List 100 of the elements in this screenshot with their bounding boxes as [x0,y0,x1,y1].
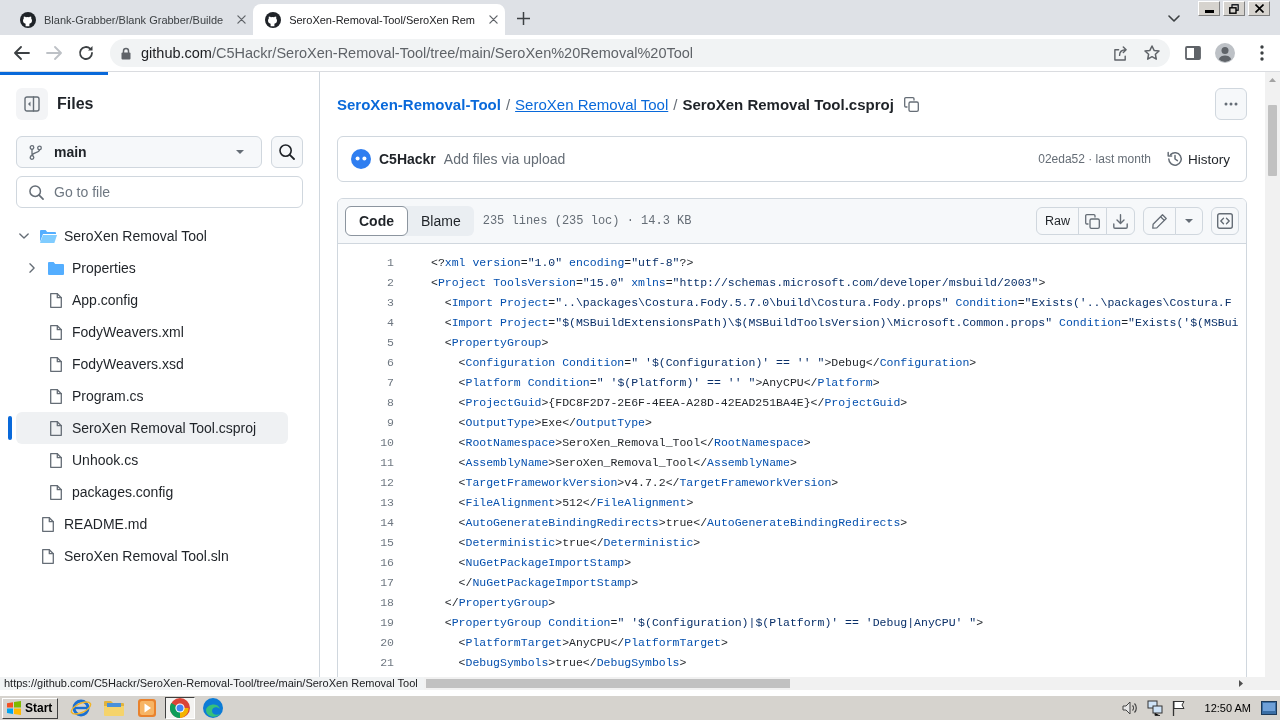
chevron-down-icon[interactable] [1168,15,1180,22]
folder-icon [48,261,64,275]
search-button[interactable] [271,136,303,168]
commit-info[interactable]: 02eda52 · last month [1038,152,1151,166]
view-tab[interactable]: Blame [408,206,474,236]
minimize-icon [1204,9,1214,13]
star-icon[interactable] [1144,45,1160,61]
close-icon[interactable] [489,15,499,24]
code-line: <Import Project="$(MSBuildExtensionsPath)\$(MSBuildToolsVersion)\Microsoft.Common.props" Condition="Exists('$(MSBui [444,315,1239,329]
speaker-icon[interactable] [1121,701,1138,715]
tree-item[interactable]: Unhook.cs [16,444,288,476]
share-icon[interactable] [1113,45,1128,61]
copy-icon [1085,213,1100,229]
code-line: <FileAlignment>512</FileAlignment> [458,495,694,509]
breadcrumb-separator: / [673,95,678,113]
file-icon [50,324,62,340]
side-panel-icon[interactable] [1185,46,1201,60]
tree-item[interactable]: SeroXen Removal Tool.csproj [16,412,288,444]
view-tab[interactable]: Code [345,206,408,236]
code-line: <AutoGenerateBindingRedirects>true</AutoGenerateBindingRedirects> [458,515,908,529]
line-number: 6 [386,355,394,369]
tree-item[interactable]: App.config [16,284,288,316]
download-icon [1113,213,1128,229]
code-line: <Platform Condition=" '$(Platform)' == '' ">AnyCPU</Platform> [458,375,880,389]
chevron-right-icon[interactable] [29,263,35,273]
line-number: 13 [379,495,394,509]
repo-link[interactable]: SeroXen-Removal-Tool [337,95,501,113]
tree-item[interactable]: FodyWeavers.xsd [16,348,288,380]
copy-icon[interactable] [903,96,919,112]
line-number: 10 [379,435,394,449]
copy-button[interactable] [1078,207,1107,235]
branch-select[interactable]: main [16,136,263,168]
search-icon [29,185,44,200]
symbols-button[interactable] [1211,207,1239,235]
caret-icon [236,150,245,154]
line-number: 3 [386,295,394,309]
file-search-field[interactable]: Go to file [16,176,303,208]
sidebar-title: Files [57,95,94,113]
branch-icon [29,144,42,160]
horizontal-scrollbar[interactable] [424,677,1280,690]
tree-item[interactable]: README.md [16,508,288,540]
code-line: <Project ToolsVersion="15.0" xmlns="http://schemas.microsoft.com/developer/msbuild/2003"> [431,275,1046,289]
tree-item[interactable]: SeroXen Removal Tool.sln [16,540,288,572]
line-number: 1 [386,255,394,269]
file-icon [50,388,62,404]
line-number: 12 [379,475,394,489]
code-line: <Deterministic>true</Deterministic> [458,535,701,549]
download-button[interactable] [1106,207,1135,235]
chevron-down-icon[interactable] [19,233,29,239]
browser-tab[interactable]: SeroXen-Removal-Tool/SeroXen Rem [253,4,506,35]
show-desktop-icon[interactable] [1261,701,1277,715]
raw-button[interactable]: Raw [1036,207,1079,235]
file-icon [42,548,54,564]
history-button[interactable]: History [1167,151,1230,167]
restore-button[interactable] [1223,1,1245,16]
edit-button[interactable] [1143,207,1176,235]
tree-item[interactable]: packages.config [16,476,288,508]
code-line: </NuGetPackageImportStamp> [458,575,639,589]
code-square-icon [1217,213,1233,229]
reload-icon[interactable] [78,45,94,61]
code-line: <PlatformTarget>AnyCPU</PlatformTarget> [458,635,728,649]
code-line: <OutputType>Exe</OutputType> [458,415,652,429]
browser-tab[interactable]: Blank-Grabber/Blank Grabber/Builde [8,4,254,35]
line-number: 19 [379,615,394,629]
minimize-button[interactable] [1198,1,1220,16]
address-bar[interactable]: github.com/C5Hackr/SeroXen-Removal-Tool/tree/main/SeroXen%20Removal%20Tool [110,39,1170,67]
flag-icon[interactable] [1171,700,1186,716]
history-icon [1167,151,1183,167]
scrollbar-thumb[interactable] [1268,105,1277,176]
line-number: 21 [379,655,394,669]
tree-item[interactable]: Properties [16,252,288,284]
globe-icon [70,698,93,718]
cat-logo-icon [265,11,282,28]
code-line: <DebugSymbols>true</DebugSymbols> [458,655,687,669]
commit-message[interactable]: Add files via upload [443,151,566,167]
author-link[interactable]: C5Hackr [379,151,436,167]
code-line: <NuGetPackageImportStamp> [458,555,632,569]
tree-item[interactable]: FodyWeavers.xml [16,316,288,348]
vertical-scrollbar[interactable] [1265,72,1280,677]
close-button[interactable] [1248,1,1270,16]
back-icon[interactable] [14,46,30,60]
plus-icon[interactable] [517,12,531,25]
close-icon[interactable] [237,15,247,24]
panel-toggle-button[interactable] [16,88,48,120]
clock: 12:50 AM [1204,702,1251,714]
folder-link[interactable]: SeroXen Removal Tool [515,95,669,113]
code-line: <Import Project="..\packages\Costura.Fody.5.7.0\build\Costura.Fody.props" Condition="Exists('..\packages\Costura.F [444,295,1232,309]
code-line: <RootNamespace>SeroXen_Removal_Tool</RootNamespace> [458,435,811,449]
menu-icon[interactable] [1260,45,1264,61]
network-icon[interactable] [1146,700,1163,716]
lock-icon[interactable] [121,46,131,60]
avatar-icon[interactable] [351,149,371,169]
start-button[interactable]: Start [2,697,59,719]
restore-icon [1229,3,1239,14]
taskbar-button[interactable] [165,697,196,719]
line-number: 20 [379,635,394,649]
profile-icon[interactable] [1215,43,1235,63]
tree-item[interactable]: SeroXen Removal Tool [16,220,288,252]
scrollbar-thumb[interactable] [426,679,790,688]
tree-item[interactable]: Program.cs [16,380,288,412]
